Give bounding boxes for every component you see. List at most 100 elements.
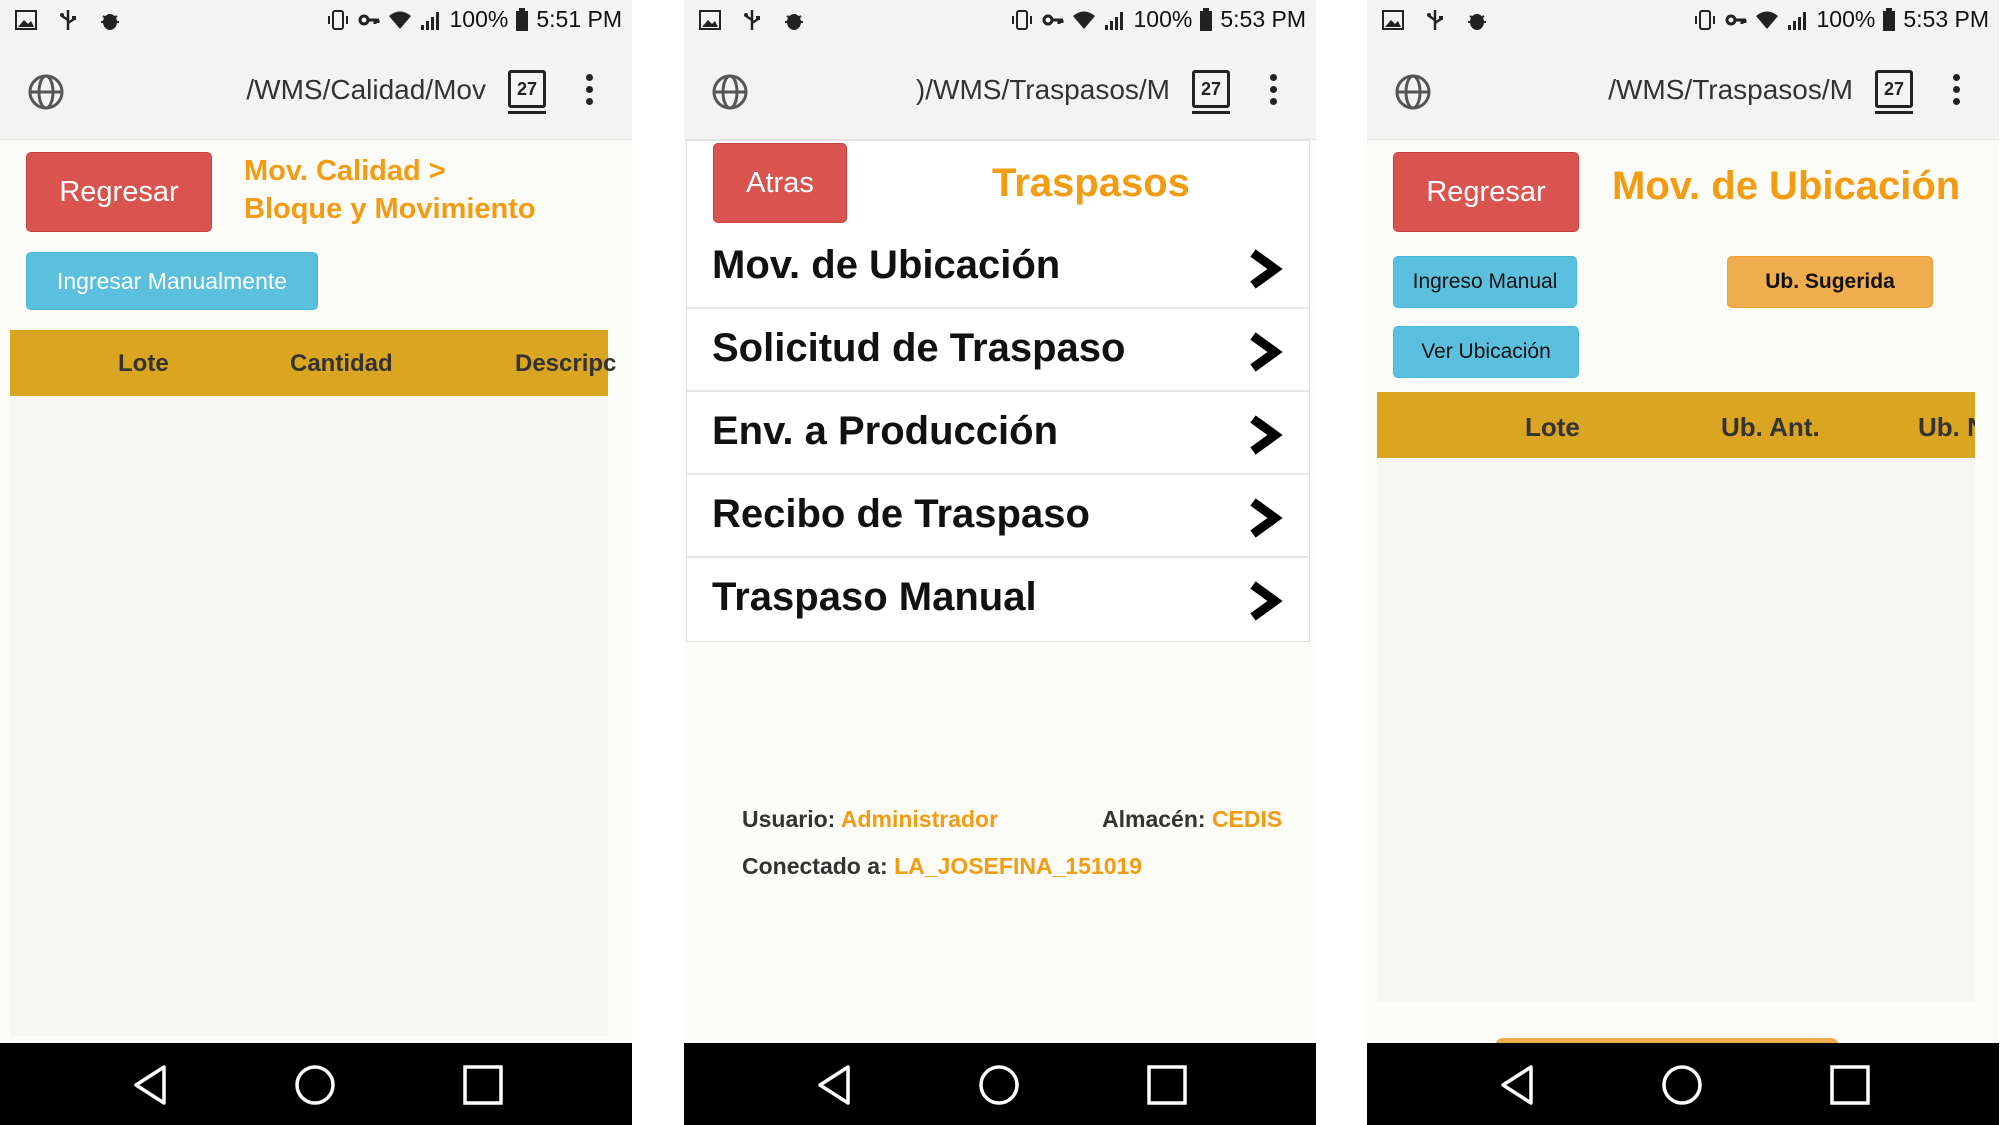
usb-icon — [744, 10, 760, 30]
wifi-icon — [1755, 11, 1778, 29]
column-header-ub-ant[interactable]: Ub. Ant. — [1721, 412, 1820, 443]
nav-recents-icon[interactable] — [461, 1063, 505, 1107]
debug-bug-icon — [101, 14, 119, 30]
manual-entry-button[interactable]: Ingresar Manualmente — [26, 252, 318, 310]
table-header: Lote Cantidad Descripc — [10, 330, 616, 396]
nav-home-icon[interactable] — [293, 1063, 337, 1107]
phone-screen-mov-ubicacion: 100% 5:53 PM /WMS/Traspasos/M 27 Regresa… — [1367, 0, 1999, 1125]
view-location-button[interactable]: Ver Ubicación — [1393, 326, 1579, 378]
nav-home-icon[interactable] — [977, 1063, 1021, 1107]
manual-entry-button[interactable]: Ingreso Manual — [1393, 256, 1577, 308]
status-bar: 100% 5:53 PM — [1367, 0, 1999, 44]
gallery-notification-icon — [699, 10, 721, 30]
overflow-menu-icon[interactable] — [1953, 74, 1961, 110]
back-button[interactable]: Regresar — [26, 152, 212, 232]
globe-icon[interactable] — [1393, 72, 1433, 112]
url-field[interactable]: /WMS/Traspasos/M — [1507, 74, 1853, 110]
debug-bug-icon — [1468, 14, 1486, 30]
gallery-notification-icon — [1382, 10, 1404, 30]
overflow-menu-icon[interactable] — [586, 74, 594, 110]
table-body — [10, 396, 608, 1036]
nav-home-icon[interactable] — [1660, 1063, 1704, 1107]
page-title: Traspasos — [992, 161, 1190, 205]
vibrate-icon — [327, 9, 348, 30]
overflow-menu-icon[interactable] — [1270, 74, 1278, 110]
menu-item-env-produccion[interactable]: Env. a Producción — [687, 391, 1309, 475]
menu-list: Atras Traspasos Mov. de Ubicación Solici… — [686, 140, 1310, 642]
usb-icon — [60, 10, 76, 30]
menu-item-label: Mov. de Ubicación — [712, 243, 1061, 287]
vpn-key-icon — [1042, 14, 1064, 25]
wifi-icon — [1072, 11, 1095, 29]
nav-back-icon[interactable] — [128, 1063, 172, 1107]
usb-icon — [1427, 10, 1443, 30]
warehouse-label: Almacén: — [1102, 806, 1206, 832]
column-header-lote[interactable]: Lote — [1525, 412, 1580, 443]
suggested-location-button[interactable]: Ub. Sugerida — [1727, 256, 1933, 308]
globe-icon[interactable] — [26, 72, 66, 112]
tab-switcher-button[interactable]: 27 — [508, 70, 546, 114]
connected-label: Conectado a: — [742, 853, 888, 879]
clock: 5:53 PM — [1220, 6, 1306, 32]
debug-bug-icon — [785, 14, 803, 30]
tab-switcher-button[interactable]: 27 — [1875, 70, 1913, 114]
status-bar: 100% 5:53 PM — [684, 0, 1316, 44]
page-content: Regresar Mov. Calidad > Bloque y Movimie… — [0, 140, 632, 1043]
chevron-right-icon — [1250, 249, 1283, 289]
column-header-ub-nueva[interactable]: Ub. N — [1918, 412, 1975, 443]
nav-recents-icon[interactable] — [1145, 1063, 1189, 1107]
menu-item-label: Solicitud de Traspaso — [712, 326, 1126, 370]
signal-icon — [420, 11, 439, 30]
android-nav-bar — [0, 1043, 632, 1125]
android-nav-bar — [1367, 1043, 1999, 1125]
wifi-icon — [388, 11, 411, 29]
chevron-right-icon — [1250, 415, 1283, 455]
warehouse-value: CEDIS — [1211, 806, 1283, 832]
back-button[interactable]: Atras — [713, 143, 847, 223]
gallery-notification-icon — [15, 10, 37, 30]
user-info: Usuario: Administrador — [742, 806, 998, 833]
clock: 5:51 PM — [536, 6, 622, 32]
battery-percent: 100% — [1816, 6, 1876, 32]
android-nav-bar — [684, 1043, 1316, 1125]
table-header: Lote Ub. Ant. Ub. N — [1377, 392, 1975, 458]
vibrate-icon — [1011, 9, 1032, 30]
menu-item-mov-ubicacion[interactable]: Mov. de Ubicación — [687, 225, 1309, 309]
tab-switcher-button[interactable]: 27 — [1192, 70, 1230, 114]
page-title: Mov. de Ubicación — [1612, 164, 1961, 208]
warehouse-info: Almacén: CEDIS — [1102, 806, 1282, 833]
column-header-cantidad[interactable]: Cantidad — [290, 350, 393, 378]
chevron-right-icon — [1250, 332, 1283, 372]
connection-info: Conectado a: LA_JOSEFINA_151019 — [742, 853, 1142, 880]
menu-item-recibo-traspaso[interactable]: Recibo de Traspaso — [687, 474, 1309, 558]
page-content: Regresar Mov. de Ubicación Ingreso Manua… — [1367, 140, 1999, 1050]
back-button[interactable]: Regresar — [1393, 152, 1579, 232]
page-title-line1: Mov. Calidad > — [244, 155, 446, 187]
nav-recents-icon[interactable] — [1828, 1063, 1872, 1107]
vpn-key-icon — [358, 14, 380, 25]
connected-value: LA_JOSEFINA_151019 — [894, 853, 1143, 879]
signal-icon — [1104, 11, 1123, 30]
page-title-line2: Bloque y Movimiento — [244, 193, 536, 225]
phone-screen-calidad: 100% 5:51 PM /WMS/Calidad/Mov 27 Regresa… — [0, 0, 632, 1125]
url-field[interactable]: /WMS/Calidad/Mov — [140, 74, 486, 110]
battery-icon — [1883, 7, 1896, 31]
nav-back-icon[interactable] — [812, 1063, 856, 1107]
page-title: Mov. Calidad > Bloque y Movimiento — [244, 152, 536, 228]
nav-back-icon[interactable] — [1495, 1063, 1539, 1107]
browser-toolbar: )/WMS/Traspasos/M 27 — [684, 44, 1316, 140]
column-header-descripcion[interactable]: Descripc — [515, 350, 616, 378]
url-field[interactable]: )/WMS/Traspasos/M — [824, 74, 1170, 110]
browser-toolbar: /WMS/Traspasos/M 27 — [1367, 44, 1999, 140]
battery-icon — [516, 7, 529, 31]
menu-item-label: Traspaso Manual — [712, 575, 1037, 619]
globe-icon[interactable] — [710, 72, 750, 112]
signal-icon — [1787, 11, 1806, 30]
menu-item-traspaso-manual[interactable]: Traspaso Manual — [687, 557, 1309, 639]
status-bar: 100% 5:51 PM — [0, 0, 632, 44]
menu-item-solicitud-traspaso[interactable]: Solicitud de Traspaso — [687, 308, 1309, 392]
chevron-right-icon — [1250, 498, 1283, 538]
vpn-key-icon — [1725, 14, 1747, 25]
chevron-right-icon — [1250, 581, 1283, 621]
column-header-lote[interactable]: Lote — [118, 350, 169, 378]
